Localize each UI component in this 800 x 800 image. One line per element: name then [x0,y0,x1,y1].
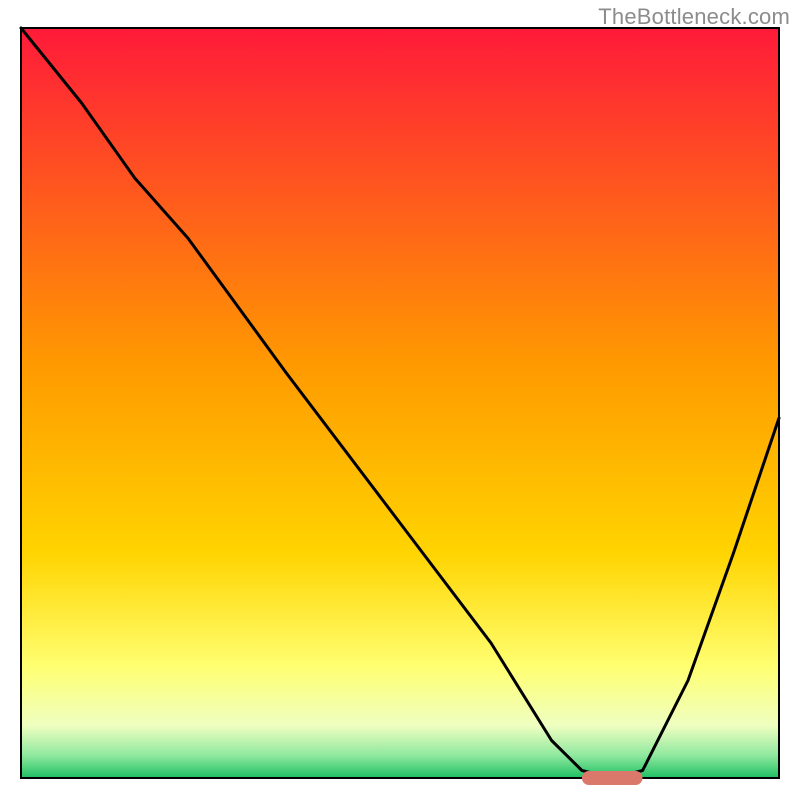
bottleneck-chart [0,0,800,800]
gradient-area [21,28,779,778]
optimal-marker [582,771,643,785]
